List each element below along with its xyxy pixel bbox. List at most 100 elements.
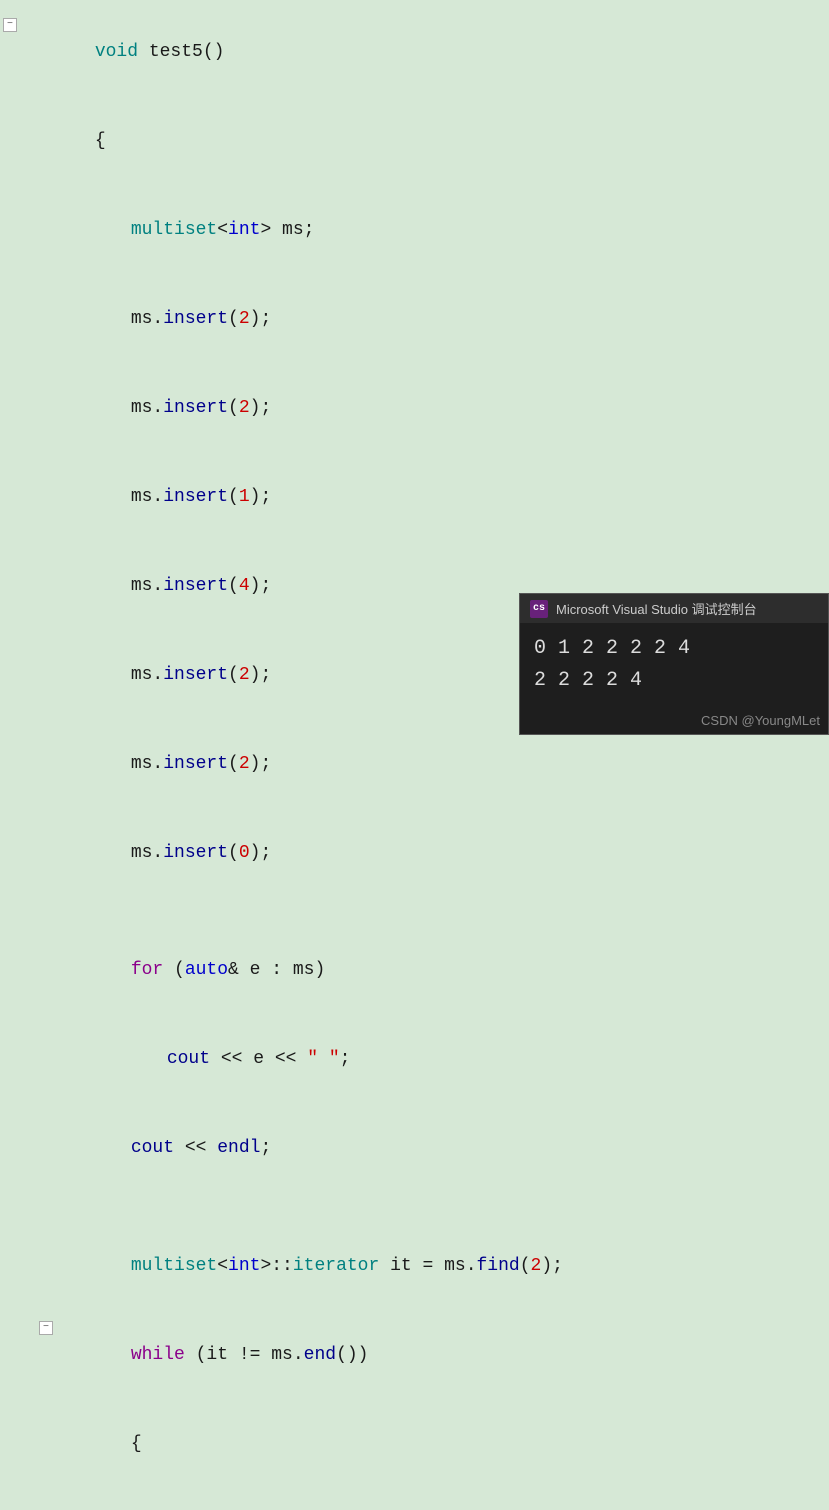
code-line-15 <box>0 1194 829 1222</box>
ms-obj-2: ms. <box>131 398 163 418</box>
method-find: find <box>477 1256 520 1276</box>
paren-6: ( <box>228 754 239 774</box>
method-insert-6: insert <box>163 754 228 774</box>
console-line-2: 2 2 2 2 4 <box>534 665 814 697</box>
collapse-marker-17[interactable]: − <box>39 1321 53 1335</box>
method-insert-7: insert <box>163 843 228 863</box>
line-content-6: ms.insert(1); <box>58 453 829 542</box>
kw-int-2: int <box>228 1256 260 1276</box>
kw-iterator: iterator <box>293 1256 379 1276</box>
console-icon: cs <box>530 600 548 618</box>
collapse-gutter-1[interactable]: − <box>0 18 22 32</box>
paren-2: ( <box>228 398 239 418</box>
num-2-2: 2 <box>239 398 250 418</box>
line-content-19: cout << *it << " "; <box>94 1489 829 1510</box>
kw-for: for <box>131 960 163 980</box>
semi-2: ); <box>250 398 272 418</box>
semi-6: ); <box>250 754 272 774</box>
end-parens: ()) <box>336 1345 368 1365</box>
paren-1: ( <box>228 309 239 329</box>
method-end: end <box>304 1345 336 1365</box>
line-content-13: cout << e << " "; <box>94 1016 829 1105</box>
keyword-void: void <box>95 42 138 62</box>
find-arg: ( <box>520 1256 531 1276</box>
code-line-3: multiset<int> ms; <box>0 186 829 275</box>
line-content-18: { <box>58 1400 829 1489</box>
console-watermark: CSDN @YoungMLet <box>520 711 828 734</box>
ms-obj-5: ms. <box>131 665 163 685</box>
line-content-14: cout << endl; <box>58 1105 829 1194</box>
angle2: < <box>217 1256 228 1276</box>
cout-2: cout <box>131 1138 174 1158</box>
angle-open: < <box>217 220 228 240</box>
code-line-5: ms.insert(2); <box>0 364 829 453</box>
semi-5: ); <box>250 665 272 685</box>
num-2-1: 2 <box>239 309 250 329</box>
collapse-gutter-17[interactable]: − <box>36 1321 58 1335</box>
ms-obj-7: ms. <box>131 843 163 863</box>
kw-int: int <box>228 220 260 240</box>
console-window[interactable]: cs Microsoft Visual Studio 调试控制台 0 1 2 2… <box>519 593 829 735</box>
code-line-6: ms.insert(1); <box>0 453 829 542</box>
line-content-10: ms.insert(0); <box>58 810 829 899</box>
line-content-11 <box>22 899 829 929</box>
find-close: ); <box>541 1256 563 1276</box>
semi-7: ); <box>250 843 272 863</box>
line-content-16: multiset<int>::iterator it = ms.find(2); <box>58 1222 829 1311</box>
shift-endl-1: << <box>174 1138 217 1158</box>
num-0: 0 <box>239 843 250 863</box>
code-line-19: cout << *it << " "; <box>0 1489 829 1510</box>
code-line-16: multiset<int>::iterator it = ms.find(2); <box>0 1222 829 1311</box>
paren-5: ( <box>228 665 239 685</box>
scope: >:: <box>260 1256 292 1276</box>
brace-open: { <box>95 131 106 151</box>
cout-1: cout <box>167 1049 210 1069</box>
collapse-marker-1[interactable]: − <box>3 18 17 32</box>
angle-close: > ms; <box>260 220 314 240</box>
method-insert-2: insert <box>163 398 228 418</box>
semi-8: ; <box>340 1049 351 1069</box>
brace-open-2: { <box>131 1434 142 1454</box>
code-line-11 <box>0 899 829 927</box>
line-content-12: for (auto& e : ms) <box>58 927 829 1016</box>
code-editor: − void test5() { multiset<int> ms; ms.in… <box>0 0 829 755</box>
line-content-3: multiset<int> ms; <box>58 186 829 275</box>
code-line-12: for (auto& e : ms) <box>0 927 829 1016</box>
line-content-1: void test5() <box>22 8 829 97</box>
func-name: test5() <box>138 42 224 62</box>
console-title: Microsoft Visual Studio 调试控制台 <box>556 599 757 618</box>
paren-4: ( <box>228 576 239 596</box>
code-line-4: ms.insert(2); <box>0 275 829 364</box>
line-content-15 <box>22 1194 829 1224</box>
find-num: 2 <box>531 1256 542 1276</box>
while-cond: (it != ms. <box>185 1345 304 1365</box>
num-2-4: 2 <box>239 754 250 774</box>
console-line-1: 0 1 2 2 2 2 4 <box>534 633 814 665</box>
for-paren: ( <box>163 960 185 980</box>
num-2-3: 2 <box>239 665 250 685</box>
line-content-2: { <box>22 97 829 186</box>
kw-while: while <box>131 1345 185 1365</box>
semi-4: ); <box>250 576 272 596</box>
semi-9: ; <box>260 1138 271 1158</box>
code-line-1: − void test5() <box>0 8 829 97</box>
kw-multiset-2: multiset <box>131 1256 217 1276</box>
line-content-17: while (it != ms.end()) <box>58 1311 829 1400</box>
code-line-14: cout << endl; <box>0 1105 829 1194</box>
method-insert-5: insert <box>163 665 228 685</box>
num-1: 1 <box>239 487 250 507</box>
method-insert-4: insert <box>163 576 228 596</box>
console-titlebar: cs Microsoft Visual Studio 调试控制台 <box>520 594 828 623</box>
line-content-5: ms.insert(2); <box>58 364 829 453</box>
code-line-13: cout << e << " "; <box>0 1016 829 1105</box>
code-line-17: − while (it != ms.end()) <box>0 1311 829 1400</box>
code-line-2: { <box>0 97 829 186</box>
console-icon-label: cs <box>533 603 545 614</box>
num-4: 4 <box>239 576 250 596</box>
ms-obj-3: ms. <box>131 487 163 507</box>
semi-1: ); <box>250 309 272 329</box>
shift-1a: << e << <box>210 1049 307 1069</box>
kw-auto: auto <box>185 960 228 980</box>
it-assign: it = ms. <box>379 1256 476 1276</box>
semi-3: ); <box>250 487 272 507</box>
